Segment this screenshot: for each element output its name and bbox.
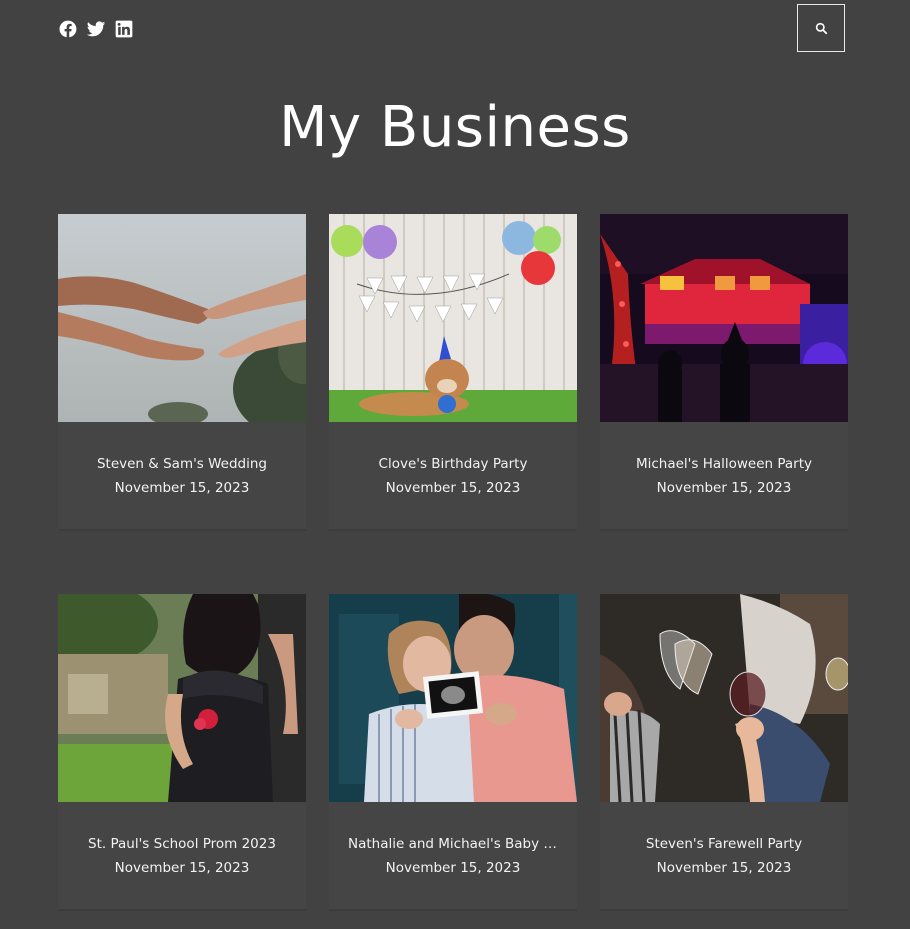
post-thumbnail[interactable] xyxy=(329,594,577,802)
post-date: November 15, 2023 xyxy=(385,859,521,876)
twitter-icon[interactable] xyxy=(86,19,106,39)
post-card[interactable]: St. Paul's School Prom 2023 November 15,… xyxy=(58,594,306,910)
post-title[interactable]: Steven's Farewell Party xyxy=(646,832,802,856)
post-card[interactable]: Michael's Halloween Party November 15, 2… xyxy=(600,214,848,530)
post-date: November 15, 2023 xyxy=(656,479,792,496)
post-thumbnail[interactable] xyxy=(600,594,848,802)
post-thumbnail[interactable] xyxy=(58,594,306,802)
post-card-body: Clove's Birthday Party November 15, 2023 xyxy=(329,422,577,530)
post-date: November 15, 2023 xyxy=(385,479,521,496)
facebook-icon[interactable] xyxy=(58,19,78,39)
post-date: November 15, 2023 xyxy=(114,859,250,876)
post-card[interactable]: Steven's Farewell Party November 15, 202… xyxy=(600,594,848,910)
post-title[interactable]: Steven & Sam's Wedding xyxy=(97,452,267,476)
post-date: November 15, 2023 xyxy=(656,859,792,876)
linkedin-icon[interactable] xyxy=(114,19,134,39)
post-thumbnail[interactable] xyxy=(600,214,848,422)
post-thumbnail[interactable] xyxy=(329,214,577,422)
post-card-body: Michael's Halloween Party November 15, 2… xyxy=(600,422,848,530)
post-title[interactable]: Michael's Halloween Party xyxy=(636,452,812,476)
post-date: November 15, 2023 xyxy=(114,479,250,496)
post-card[interactable]: Clove's Birthday Party November 15, 2023 xyxy=(329,214,577,530)
post-card-body: Steven & Sam's Wedding November 15, 2023 xyxy=(58,422,306,530)
post-card-body: St. Paul's School Prom 2023 November 15,… xyxy=(58,802,306,910)
post-card[interactable]: Steven & Sam's Wedding November 15, 2023 xyxy=(58,214,306,530)
post-card-body: Nathalie and Michael's Baby S... Novembe… xyxy=(329,802,577,910)
post-thumbnail[interactable] xyxy=(58,214,306,422)
post-card-body: Steven's Farewell Party November 15, 202… xyxy=(600,802,848,910)
search-button[interactable] xyxy=(797,4,845,52)
post-title[interactable]: Nathalie and Michael's Baby S... xyxy=(348,832,558,856)
social-links xyxy=(58,19,134,39)
posts-grid: Steven & Sam's Wedding November 15, 2023 xyxy=(58,214,849,910)
post-title[interactable]: St. Paul's School Prom 2023 xyxy=(88,832,276,856)
site-title[interactable]: My Business xyxy=(0,92,910,164)
search-icon xyxy=(815,22,827,34)
post-card[interactable]: Nathalie and Michael's Baby S... Novembe… xyxy=(329,594,577,910)
post-title[interactable]: Clove's Birthday Party xyxy=(379,452,528,476)
